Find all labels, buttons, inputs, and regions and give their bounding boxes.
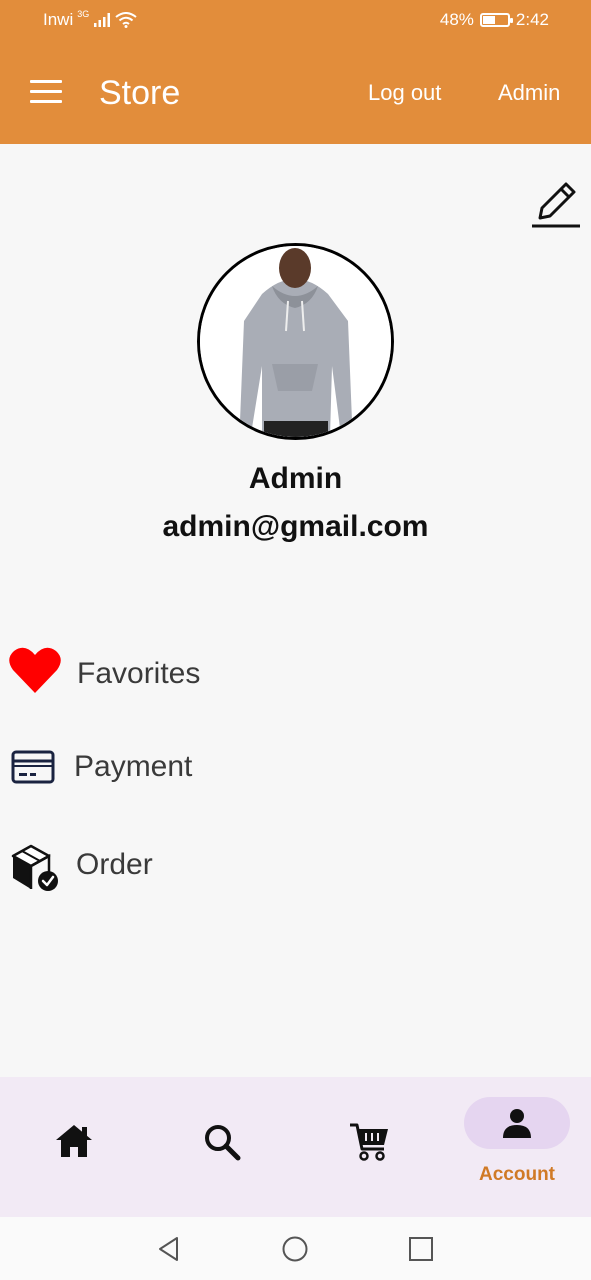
account-tab-label[interactable]: Account <box>463 1164 571 1186</box>
back-icon[interactable] <box>155 1235 183 1263</box>
clock: 2:42 <box>515 10 549 29</box>
app-title: Store <box>99 74 181 112</box>
search-icon[interactable] <box>202 1122 242 1162</box>
app-bar: Store Log out Admin <box>0 40 591 144</box>
edit-profile-icon[interactable] <box>530 178 582 230</box>
admin-button[interactable]: Admin <box>498 80 560 106</box>
carrier-name: Inwi <box>43 10 74 29</box>
status-right: 48% 2:42 <box>440 10 549 30</box>
profile-name: Admin <box>248 462 343 495</box>
carrier-info: Inwi 3G <box>43 9 137 30</box>
logout-button[interactable]: Log out <box>368 80 441 106</box>
heart-icon <box>9 647 61 693</box>
battery-icon <box>479 13 513 27</box>
menu-item-favorites[interactable]: Favorites <box>0 637 591 707</box>
account-tab[interactable] <box>464 1097 570 1149</box>
avatar <box>197 243 394 440</box>
home-circle-icon[interactable] <box>281 1235 309 1263</box>
system-nav-bar <box>0 1217 591 1280</box>
cart-icon[interactable] <box>348 1121 390 1163</box>
network-type: 3G <box>77 9 90 19</box>
bottom-nav: Account <box>0 1077 591 1217</box>
recents-icon[interactable] <box>408 1235 434 1263</box>
menu-item-order[interactable]: Order <box>0 830 591 900</box>
home-icon[interactable] <box>54 1123 94 1159</box>
hamburger-menu-icon[interactable] <box>30 80 62 104</box>
status-bar: Inwi 3G 48% 2:42 <box>0 0 591 40</box>
credit-card-icon <box>11 750 55 784</box>
profile-email: admin@gmail.com <box>162 510 429 543</box>
signal-icon <box>94 13 111 27</box>
account-icon <box>503 1109 531 1138</box>
battery-percent: 48% <box>439 10 474 29</box>
package-check-icon <box>11 844 58 891</box>
menu-item-payment[interactable]: Payment <box>0 732 591 802</box>
menu-label-payment: Payment <box>74 750 193 783</box>
wifi-icon <box>115 12 137 28</box>
menu-label-favorites: Favorites <box>77 657 201 690</box>
avatar-photo <box>200 246 391 437</box>
menu-label-order: Order <box>76 848 153 881</box>
